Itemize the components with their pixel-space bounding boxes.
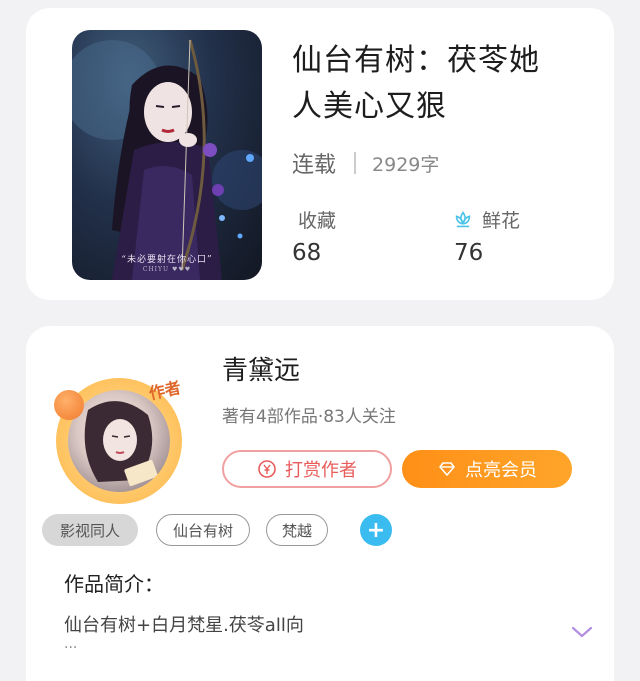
tip-author-button[interactable]: 打赏作者 xyxy=(222,450,392,488)
tag-xiantai[interactable]: 仙台有树 xyxy=(156,514,250,546)
word-count: 2929字 xyxy=(372,153,440,176)
synopsis-ellipsis: ... xyxy=(64,636,78,652)
flower-icon xyxy=(455,210,471,227)
yen-coin-icon xyxy=(258,460,276,478)
tag-fanyue[interactable]: 梵越 xyxy=(266,514,328,546)
author-avatar[interactable]: 作者 xyxy=(46,366,196,516)
author-card: 作者 青黛远 著有4部作品·83人关注 打赏作者 点亮会员 影视同人 仙台有树 … xyxy=(26,326,614,681)
diamond-icon xyxy=(439,462,455,476)
cover-caption: “未必要射在你心口” xyxy=(121,255,213,265)
author-meta: 著有4部作品·83人关注 xyxy=(222,407,396,427)
synopsis-text: 仙台有树+白月梵星.茯苓all向 xyxy=(64,615,304,636)
author-badge: 作者 xyxy=(147,377,183,404)
author-name[interactable]: 青黛远 xyxy=(222,350,300,387)
status-divider xyxy=(354,152,357,174)
cover-signature: CHIYU ♥♥♥ xyxy=(142,266,192,273)
favorites-count: 68 xyxy=(292,240,322,266)
book-title-line2: 人美心又狠 xyxy=(292,89,447,124)
flowers-label[interactable]: 鲜花 xyxy=(452,206,520,233)
synopsis-heading: 作品简介： xyxy=(64,572,164,596)
add-tag-button[interactable]: + xyxy=(360,514,392,546)
tip-author-label: 打赏作者 xyxy=(285,460,357,481)
favorites-label[interactable]: 收藏 xyxy=(298,206,336,233)
chevron-down-icon[interactable] xyxy=(570,624,594,640)
avatar-decoration-icon xyxy=(54,390,84,420)
book-title-line1: 仙台有树：茯苓她 xyxy=(292,43,540,78)
activate-vip-label: 点亮会员 xyxy=(465,460,537,481)
cover-illustration xyxy=(72,39,262,280)
favorites-label-text: 收藏 xyxy=(298,210,337,232)
flowers-count: 76 xyxy=(454,240,484,266)
flowers-label-text: 鲜花 xyxy=(482,210,521,232)
book-info-card: “未必要射在你心口” CHIYU ♥♥♥ 仙台有树：茯苓她 人美心又狠 连载 2… xyxy=(26,8,614,300)
serial-status: 连载 xyxy=(292,153,337,178)
tag-film-fanfic[interactable]: 影视同人 xyxy=(42,514,138,546)
book-cover-image[interactable]: “未必要射在你心口” CHIYU ♥♥♥ xyxy=(72,30,262,280)
book-status-row: 连载 2929字 xyxy=(292,148,439,178)
book-title: 仙台有树：茯苓她 人美心又狠 xyxy=(292,38,592,130)
activate-vip-button[interactable]: 点亮会员 xyxy=(402,450,572,488)
